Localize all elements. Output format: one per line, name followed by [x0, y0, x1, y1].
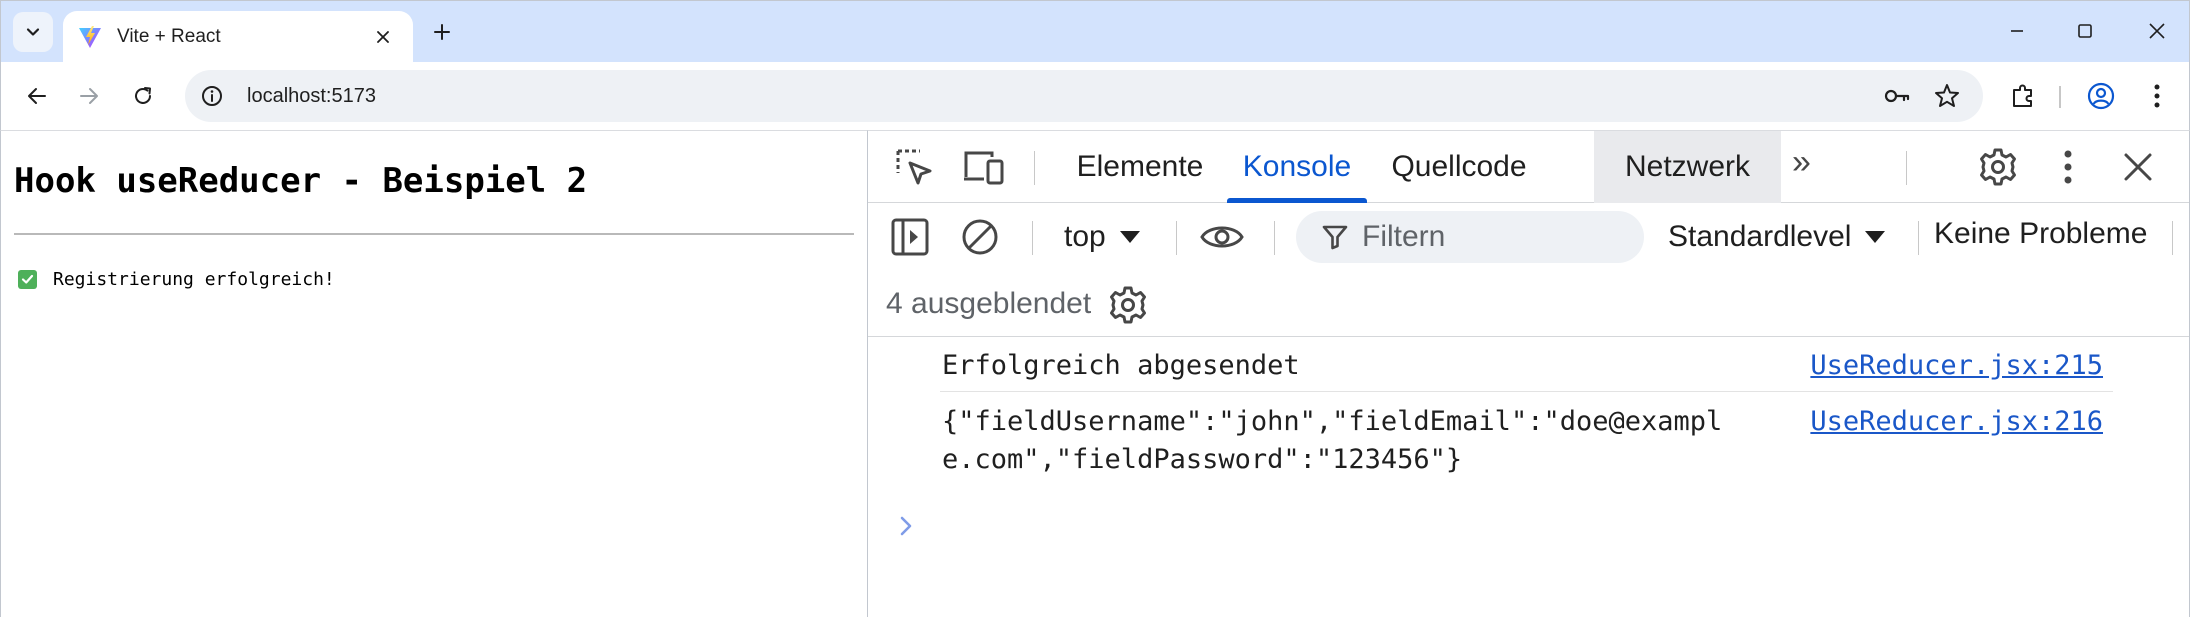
site-info-icon[interactable]: [197, 81, 227, 111]
devtools-separator: [2172, 221, 2173, 255]
devtools-tab-strip: Elemente Konsole Quellcode Netzwerk »: [868, 131, 2189, 203]
devtools-separator: [1906, 151, 1907, 185]
devtools-separator: [1176, 221, 1177, 255]
show-sidebar-button[interactable]: [886, 213, 934, 261]
reload-button[interactable]: [123, 76, 163, 116]
tab-search-button[interactable]: [13, 12, 53, 52]
console-filter-bar: top Filtern Standardlevel Keine Probleme: [868, 203, 2189, 273]
close-icon: [2124, 153, 2152, 181]
devtools-separator: [1274, 221, 1275, 255]
filter-placeholder: Filtern: [1362, 220, 1446, 253]
console-message-text: Erfolgreich abgesendet: [942, 350, 1300, 381]
check-mark-icon: [18, 270, 37, 289]
console-message: {"fieldUsername":"john","fieldEmail":"do…: [868, 403, 2189, 483]
gear-icon: [1980, 148, 2016, 186]
close-icon: [2149, 23, 2165, 39]
chevron-right-icon: [900, 516, 912, 536]
console-message: Erfolgreich abgesendet UseReducer.jsx:21…: [868, 347, 2189, 389]
browser-menu-button[interactable]: [2137, 76, 2177, 116]
console-message-text: e.com","fieldPassword":"123456"}: [942, 444, 1463, 475]
tab-quellcode[interactable]: Quellcode: [1378, 131, 1540, 203]
devtools-close-button[interactable]: [2114, 143, 2162, 191]
arrow-left-icon: [28, 88, 46, 104]
inspect-cursor-icon: [896, 149, 932, 185]
console-filter-input[interactable]: Filtern: [1296, 211, 1644, 263]
puzzle-icon: [2013, 84, 2032, 107]
hidden-messages-count: 4 ausgeblendet: [886, 287, 1092, 320]
dropdown-arrow-icon: [1865, 231, 1886, 243]
toolbar-separator: [2059, 86, 2061, 108]
address-bar[interactable]: localhost:5173: [185, 70, 1983, 122]
password-key-button[interactable]: [1877, 76, 1917, 116]
plus-icon: [434, 24, 450, 40]
close-icon: [377, 31, 389, 43]
device-toolbar-button[interactable]: [960, 143, 1008, 191]
context-value: top: [1064, 220, 1106, 253]
minimize-icon: [2011, 30, 2023, 32]
issues-counter[interactable]: Keine Probleme: [1934, 217, 2147, 251]
devtools-menu-button[interactable]: [2044, 143, 2092, 191]
log-level-value: Standardlevel: [1668, 220, 1852, 253]
browser-toolbar: localhost:5173: [0, 62, 2190, 130]
kebab-menu-icon: [2154, 84, 2160, 108]
funnel-icon: [1320, 222, 1350, 252]
inspect-element-button[interactable]: [890, 143, 938, 191]
forward-button[interactable]: [69, 76, 109, 116]
new-tab-button[interactable]: [425, 15, 459, 49]
status-message: Registrierung erfolgreich!: [18, 269, 335, 290]
chevron-down-icon: [26, 28, 40, 36]
page-viewport: Hook useReducer - Beispiel 2 Registrieru…: [0, 130, 868, 617]
message-divider: [940, 391, 2113, 392]
tab-konsole[interactable]: Konsole: [1227, 131, 1367, 203]
live-expression-button[interactable]: [1198, 213, 1246, 261]
eye-icon: [1200, 226, 1244, 248]
sidebar-toggle-icon: [891, 218, 929, 256]
clear-console-button[interactable]: [956, 213, 1004, 261]
tab-title: Vite + React: [117, 26, 221, 47]
tab-netzwerk[interactable]: Netzwerk: [1594, 131, 1781, 203]
maximize-icon: [2078, 24, 2092, 38]
star-icon: [1935, 84, 1959, 107]
maximize-button[interactable]: [2055, 11, 2115, 51]
browser-titlebar: Vite + React: [0, 0, 2190, 63]
address-url: localhost:5173: [247, 84, 376, 107]
status-text: Registrierung erfolgreich!: [53, 269, 335, 290]
profile-button[interactable]: [2081, 76, 2121, 116]
console-source-link[interactable]: UseReducer.jsx:215: [1810, 347, 2103, 385]
console-message-text: {"fieldUsername":"john","fieldEmail":"do…: [942, 406, 1723, 437]
vite-logo-icon: [79, 26, 101, 48]
console-settings-button[interactable]: [1104, 281, 1152, 329]
profile-icon: [2087, 82, 2115, 110]
devtools-settings-button[interactable]: [1974, 143, 2022, 191]
console-source-link[interactable]: UseReducer.jsx:216: [1810, 403, 2103, 441]
javascript-context-select[interactable]: top: [1064, 217, 1140, 257]
bookmark-star-button[interactable]: [1927, 76, 1967, 116]
minimize-button[interactable]: [1987, 11, 2047, 51]
horizontal-rule: [14, 233, 854, 235]
tab-close-button[interactable]: [369, 23, 397, 51]
window-close-button[interactable]: [2127, 11, 2187, 51]
dropdown-arrow-icon: [1119, 231, 1140, 243]
device-mobile-icon: [964, 151, 1004, 185]
gear-icon: [1110, 286, 1146, 324]
browser-tab-active[interactable]: Vite + React: [63, 11, 413, 63]
devtools-separator: [1918, 221, 1919, 255]
tab-elemente[interactable]: Elemente: [1056, 131, 1224, 203]
block-icon: [962, 219, 998, 255]
console-prompt[interactable]: [898, 507, 920, 545]
devtools-separator: [1032, 221, 1033, 255]
back-button[interactable]: [17, 76, 57, 116]
extensions-button[interactable]: [2003, 76, 2043, 116]
reload-icon: [135, 87, 151, 104]
arrow-right-icon: [80, 88, 98, 104]
log-level-select[interactable]: Standardlevel: [1668, 217, 1886, 257]
console-hidden-bar: 4 ausgeblendet: [868, 273, 2189, 337]
devtools-separator: [1034, 151, 1035, 185]
key-icon: [1884, 89, 1910, 103]
more-tabs-button[interactable]: »: [1792, 143, 1811, 182]
devtools-panel: Elemente Konsole Quellcode Netzwerk » to…: [867, 130, 2190, 617]
kebab-menu-icon: [2064, 150, 2072, 184]
page-heading: Hook useReducer - Beispiel 2: [14, 161, 588, 201]
